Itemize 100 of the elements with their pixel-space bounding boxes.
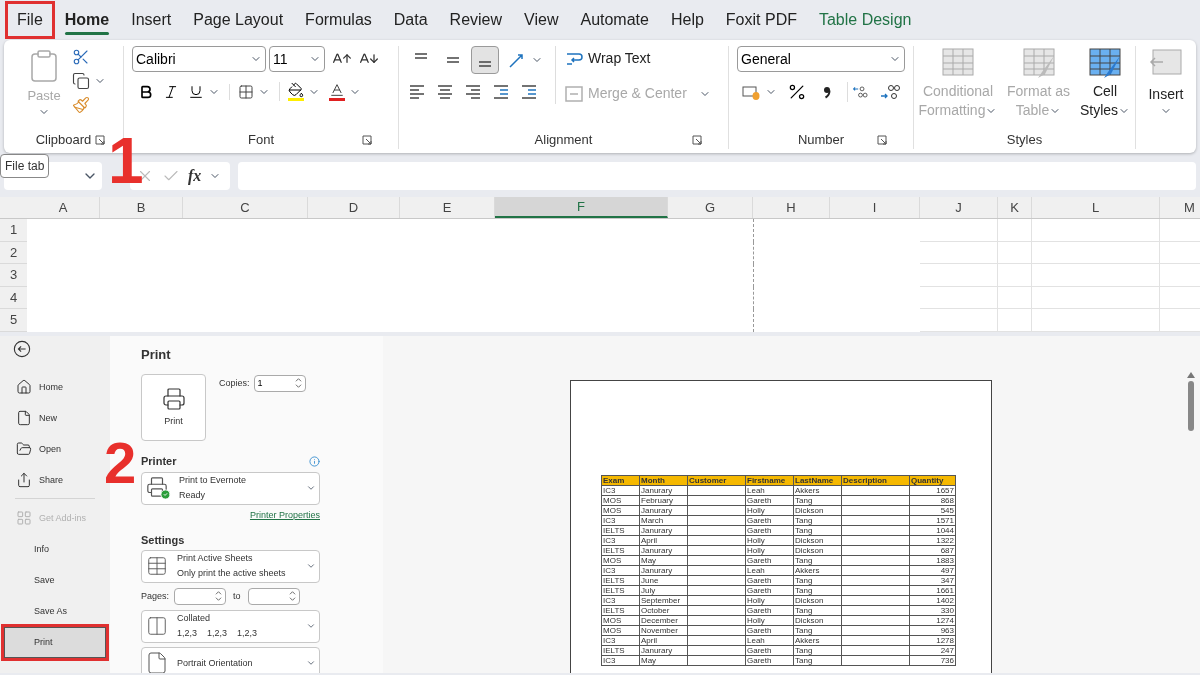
font-color-icon[interactable] (329, 82, 345, 101)
increase-decimal-icon[interactable] (847, 82, 869, 102)
dialog-launcher-icon[interactable] (362, 135, 372, 145)
column-header[interactable]: D (308, 197, 400, 218)
preview-cell (688, 585, 746, 596)
ribbon-tab[interactable]: Insert (120, 2, 183, 38)
column-header[interactable]: A (27, 197, 100, 218)
grid-cell[interactable] (920, 286, 998, 310)
orientation-dropdown[interactable]: Portrait Orientation (141, 646, 320, 673)
column-header[interactable]: I (830, 197, 920, 218)
copies-label: Copies: (219, 376, 250, 390)
increase-indent-icon[interactable] (519, 82, 539, 102)
align-center-icon[interactable] (435, 82, 455, 102)
grid-cell[interactable] (920, 219, 998, 242)
ribbon-tab[interactable]: File (6, 2, 54, 38)
wrap-text-button[interactable]: Wrap Text (564, 48, 711, 69)
pages-from-field[interactable] (174, 587, 227, 605)
decrease-indent-icon[interactable] (491, 82, 511, 102)
row-header[interactable]: 4 (0, 286, 27, 310)
number-format-dropdown[interactable]: General (737, 46, 905, 72)
preview-header-cell: Exam (602, 475, 640, 486)
spin-arrows-icon[interactable] (294, 377, 302, 390)
column-header[interactable]: K (998, 197, 1032, 218)
column-header[interactable]: L (1032, 197, 1160, 218)
ribbon-tab[interactable]: Data (382, 2, 439, 38)
row-header[interactable]: 3 (0, 264, 27, 287)
copy-icon[interactable] (72, 72, 90, 90)
align-left-icon[interactable] (407, 82, 427, 102)
column-header[interactable]: J (920, 197, 998, 218)
borders-icon[interactable] (238, 83, 254, 100)
ribbon-tab[interactable]: Help (659, 2, 715, 38)
fill-color-icon[interactable] (288, 82, 304, 101)
grid-cell[interactable] (920, 309, 998, 332)
preview-cell (842, 575, 910, 586)
grid-cell[interactable] (998, 309, 1032, 332)
ribbon-tab[interactable]: Foxit PDF (714, 2, 808, 38)
font-size-dropdown[interactable]: 11 (269, 46, 325, 72)
grid-cell[interactable] (1032, 264, 1160, 287)
grid-cell[interactable] (1032, 241, 1160, 265)
grid-cell[interactable] (920, 264, 998, 287)
back-icon[interactable] (13, 339, 31, 358)
dialog-launcher-icon[interactable] (95, 135, 105, 145)
grid-cell[interactable] (1032, 219, 1160, 242)
insert-cells-button[interactable]: Insert (1144, 46, 1188, 117)
column-header[interactable]: C (183, 197, 308, 218)
grid-cell[interactable] (998, 241, 1032, 265)
pages-to-field[interactable] (247, 587, 300, 605)
print-what-dropdown[interactable]: Print Active Sheets Only print the active sheets (141, 549, 320, 583)
underline-icon[interactable] (188, 83, 204, 100)
scissors-icon[interactable] (72, 48, 90, 66)
font-name-dropdown[interactable]: Calibri (132, 46, 266, 72)
bold-icon[interactable] (138, 83, 154, 100)
scrollbar-up-icon[interactable] (1186, 371, 1195, 378)
printer-dropdown[interactable]: Print to Evernote Ready (141, 471, 320, 505)
column-header[interactable]: F (495, 197, 668, 218)
column-header[interactable]: G (668, 197, 753, 218)
spin-arrows-icon[interactable] (215, 590, 223, 603)
copies-spinner[interactable]: 1 (253, 374, 306, 392)
grid-cell[interactable] (998, 264, 1032, 287)
insert-function-button[interactable]: fx (188, 164, 202, 188)
row-header[interactable]: 5 (0, 309, 27, 332)
grid-cell[interactable] (1032, 286, 1160, 310)
backstage-nav-item[interactable]: Home (0, 371, 110, 403)
column-header[interactable]: H (753, 197, 830, 218)
row-header[interactable]: 1 (0, 219, 27, 242)
ribbon-tab[interactable]: Page Layout (182, 2, 295, 38)
ribbon-tab[interactable]: Review (438, 2, 514, 38)
align-right-icon[interactable] (463, 82, 483, 102)
backstage-nav-item[interactable]: Info (0, 533, 110, 565)
file-icon (16, 410, 32, 427)
dialog-launcher-icon[interactable] (692, 135, 702, 145)
ribbon-tab[interactable]: Home (53, 2, 121, 38)
decrease-decimal-icon[interactable] (879, 82, 901, 102)
ribbon-tab[interactable]: Automate (569, 2, 660, 38)
printer-properties-link[interactable]: Printer Properties (141, 508, 320, 523)
styles-button[interactable]: Cell Styles (1079, 46, 1131, 120)
collation-dropdown[interactable]: Collated 1,2,3 1,2,3 1,2,3 (141, 609, 320, 643)
info-icon[interactable] (309, 456, 320, 468)
ribbon-tab[interactable]: Table Design (807, 2, 923, 38)
scrollbar-thumb[interactable] (1187, 380, 1194, 431)
grid-cell[interactable] (998, 219, 1032, 242)
backstage-nav-item[interactable]: Save (0, 564, 110, 596)
percent-icon[interactable] (787, 82, 807, 102)
column-header[interactable]: B (100, 197, 183, 218)
format-painter-icon[interactable] (72, 96, 90, 114)
preview-cell: February (640, 495, 688, 506)
backstage-nav-item[interactable]: Print (4, 626, 106, 658)
grid-cell[interactable] (998, 286, 1032, 310)
backstage-nav-item[interactable]: New (0, 402, 110, 434)
backstage-nav-item[interactable]: Save As (0, 595, 110, 627)
row-header[interactable]: 2 (0, 241, 27, 265)
ribbon-tab[interactable]: Formulas (294, 2, 383, 38)
print-button[interactable]: Print (141, 374, 206, 442)
column-header[interactable]: M (1160, 197, 1200, 218)
italic-icon[interactable] (163, 83, 179, 100)
grid-cell[interactable] (920, 241, 998, 265)
spin-arrows-icon[interactable] (288, 590, 296, 603)
ribbon-tab[interactable]: View (513, 2, 570, 38)
dialog-launcher-icon[interactable] (877, 135, 887, 145)
grid-cell[interactable] (1032, 309, 1160, 332)
